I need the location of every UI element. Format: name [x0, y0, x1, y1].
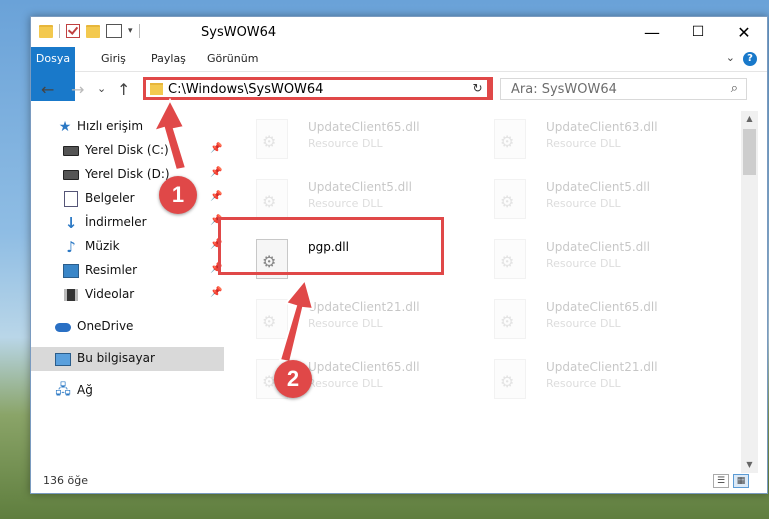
arrow-to-pgp-dll — [278, 277, 315, 364]
annotation-arrows — [152, 97, 315, 364]
arrow-to-address-bar — [152, 97, 188, 172]
step-marker-1: 1 — [159, 176, 197, 214]
step-marker-2: 2 — [274, 360, 312, 398]
